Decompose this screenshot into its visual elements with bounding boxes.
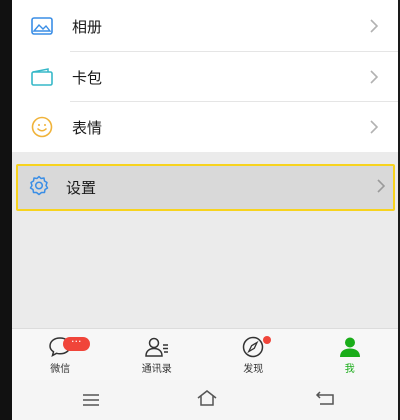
phone-screen: 相册 卡包 表情 设置 微信 ··· 通讯录 发现 我 bbox=[12, 0, 398, 420]
contacts-icon bbox=[144, 337, 168, 357]
me-person-icon bbox=[339, 337, 360, 357]
menu-item-label: 卡包 bbox=[72, 68, 103, 87]
tab-label: 微信 bbox=[50, 363, 71, 375]
home-key-icon[interactable] bbox=[196, 389, 218, 411]
unread-badge: ··· bbox=[63, 336, 90, 351]
tab-wechat[interactable]: 微信 ··· bbox=[12, 329, 109, 381]
gear-icon bbox=[28, 175, 50, 201]
menu-item-label: 设置 bbox=[66, 179, 97, 197]
album-icon bbox=[28, 12, 56, 40]
system-nav-bar bbox=[12, 380, 398, 420]
menu-item-card-wallet[interactable]: 卡包 bbox=[12, 52, 398, 102]
card-wallet-icon bbox=[28, 63, 56, 91]
tab-contacts[interactable]: 通讯录 bbox=[109, 329, 206, 381]
chevron-right-icon bbox=[364, 19, 384, 33]
menu-item-label: 相册 bbox=[72, 17, 103, 36]
chevron-right-icon bbox=[377, 178, 386, 197]
tab-label: 发现 bbox=[243, 363, 264, 375]
tab-discover[interactable]: 发现 bbox=[205, 329, 302, 381]
chevron-right-icon bbox=[364, 70, 384, 84]
menu-item-stickers[interactable]: 表情 bbox=[12, 102, 398, 152]
menu-group: 相册 卡包 表情 bbox=[12, 0, 398, 152]
chevron-right-icon bbox=[364, 120, 384, 134]
tab-label: 我 bbox=[344, 363, 355, 375]
menu-key-icon[interactable] bbox=[82, 392, 100, 411]
compass-icon bbox=[243, 336, 264, 357]
menu-item-label: 表情 bbox=[72, 118, 103, 137]
back-key-icon[interactable] bbox=[314, 390, 336, 410]
tab-bar: 微信 ··· 通讯录 发现 我 bbox=[12, 328, 398, 381]
new-dot-badge bbox=[263, 336, 271, 344]
menu-item-settings[interactable]: 设置 bbox=[16, 164, 395, 211]
tab-me[interactable]: 我 bbox=[302, 329, 399, 381]
menu-item-album[interactable]: 相册 bbox=[12, 0, 398, 52]
tab-label: 通讯录 bbox=[141, 363, 172, 375]
sticker-smile-icon bbox=[28, 113, 56, 141]
